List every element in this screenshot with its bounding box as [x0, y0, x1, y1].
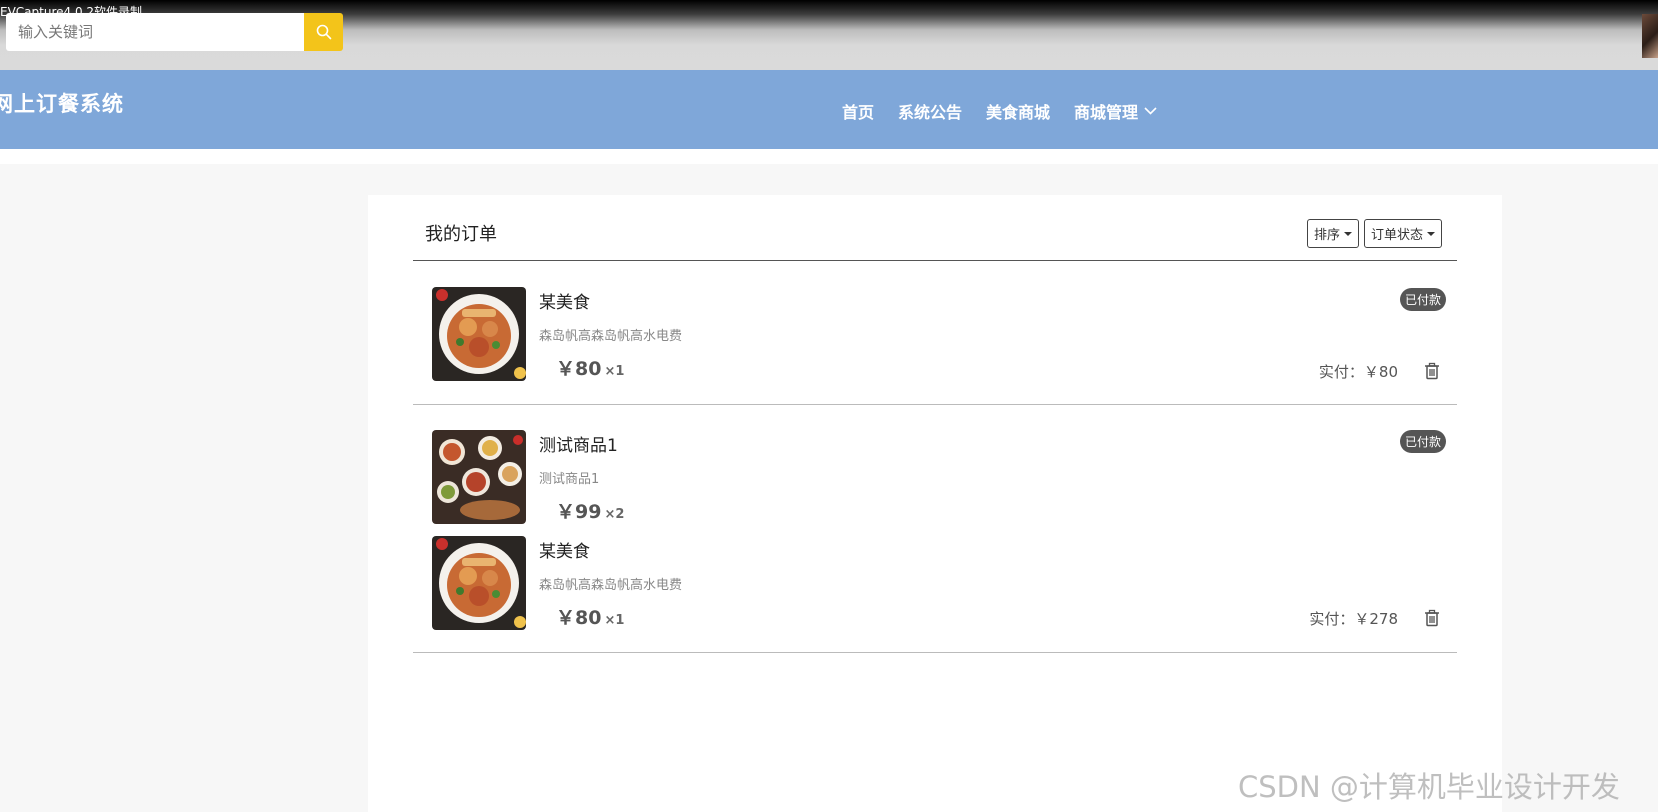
product-description: 测试商品1 — [539, 472, 600, 487]
chevron-down-icon — [1144, 107, 1157, 115]
nav-menu: 首页 系统公告 美食商城 商城管理 — [842, 99, 1181, 123]
amount-paid: 实付：￥80 — [1318, 363, 1398, 381]
food-image — [432, 536, 526, 630]
product-name: 某美食 — [539, 293, 590, 313]
nav-item-label: 首页 — [842, 103, 875, 122]
product-price-row: ￥80 ×1 — [556, 603, 624, 630]
top-bar: EVCapture4.0.2软件录制 — [0, 0, 1658, 70]
nav-item-mall-management[interactable]: 商城管理 — [1074, 99, 1157, 123]
product-price: ￥80 — [556, 358, 602, 380]
orders-panel: 我的订单 排序 订单状态 已付款 某美食 森岛帆高森岛帆高水电费 ￥80 ×1 … — [368, 195, 1502, 812]
food-image — [432, 430, 526, 524]
nav-item-announcements[interactable]: 系统公告 — [898, 99, 962, 123]
amount-paid: 实付：￥278 — [1309, 610, 1398, 628]
search-icon — [316, 24, 331, 40]
order-status-label: 订单状态 — [1370, 228, 1423, 243]
watermark: CSDN @计算机毕业设计开发 — [1238, 770, 1620, 804]
order-item[interactable]: 测试商品1 测试商品1 ￥99 ×2 — [432, 430, 1402, 524]
trash-icon — [1425, 609, 1439, 627]
nav-divider — [0, 149, 1658, 164]
orders-header: 我的订单 排序 订单状态 — [413, 195, 1457, 261]
product-name: 某美食 — [539, 542, 590, 562]
search-box — [6, 13, 304, 51]
trash-icon — [1425, 362, 1439, 380]
nav-item-food-mall[interactable]: 美食商城 — [986, 99, 1050, 123]
product-price-row: ￥80 ×1 — [556, 354, 624, 381]
filter-group: 排序 订单状态 — [1302, 219, 1442, 248]
user-avatar[interactable] — [1642, 14, 1658, 58]
nav-item-label: 商城管理 — [1074, 103, 1139, 122]
main-nav: 网上订餐系统 首页 系统公告 美食商城 商城管理 — [0, 70, 1658, 149]
product-description: 森岛帆高森岛帆高水电费 — [539, 578, 683, 593]
status-badge: 已付款 — [1400, 430, 1446, 453]
status-badge: 已付款 — [1400, 288, 1446, 311]
food-image — [432, 287, 526, 381]
caret-down-icon — [1343, 231, 1352, 236]
product-quantity: ×1 — [604, 364, 625, 379]
caret-down-icon — [1427, 231, 1435, 236]
delete-order-button[interactable] — [1422, 608, 1442, 628]
product-description: 森岛帆高森岛帆高水电费 — [539, 329, 683, 344]
search-button[interactable] — [304, 13, 343, 51]
nav-item-label: 美食商城 — [986, 103, 1051, 122]
product-name: 测试商品1 — [539, 436, 618, 456]
delete-order-button[interactable] — [1422, 361, 1442, 381]
product-price-row: ￥99 ×2 — [556, 497, 624, 524]
page-title: 我的订单 — [425, 224, 497, 245]
order-status-dropdown[interactable]: 订单状态 — [1363, 219, 1442, 248]
order-card: 已付款 某美食 森岛帆高森岛帆高水电费 ￥80 ×1 实付：￥80 — [413, 261, 1457, 405]
product-price: ￥80 — [556, 607, 602, 629]
order-item[interactable]: 某美食 森岛帆高森岛帆高水电费 ￥80 ×1 — [432, 536, 1402, 630]
order-item[interactable]: 某美食 森岛帆高森岛帆高水电费 ￥80 ×1 — [432, 287, 1402, 381]
sort-label: 排序 — [1313, 228, 1340, 243]
site-brand: 网上订餐系统 — [0, 92, 124, 116]
sort-dropdown[interactable]: 排序 — [1306, 219, 1359, 248]
nav-item-home[interactable]: 首页 — [842, 99, 874, 123]
product-quantity: ×2 — [604, 507, 625, 522]
order-card: 已付款 测试商品1 测试商品1 ￥99 ×2 某美食 森岛帆高森岛帆高水电费 ￥… — [413, 405, 1457, 653]
nav-item-label: 系统公告 — [898, 103, 963, 122]
product-price: ￥99 — [556, 501, 602, 523]
product-quantity: ×1 — [604, 613, 625, 628]
search-input[interactable] — [6, 13, 304, 51]
